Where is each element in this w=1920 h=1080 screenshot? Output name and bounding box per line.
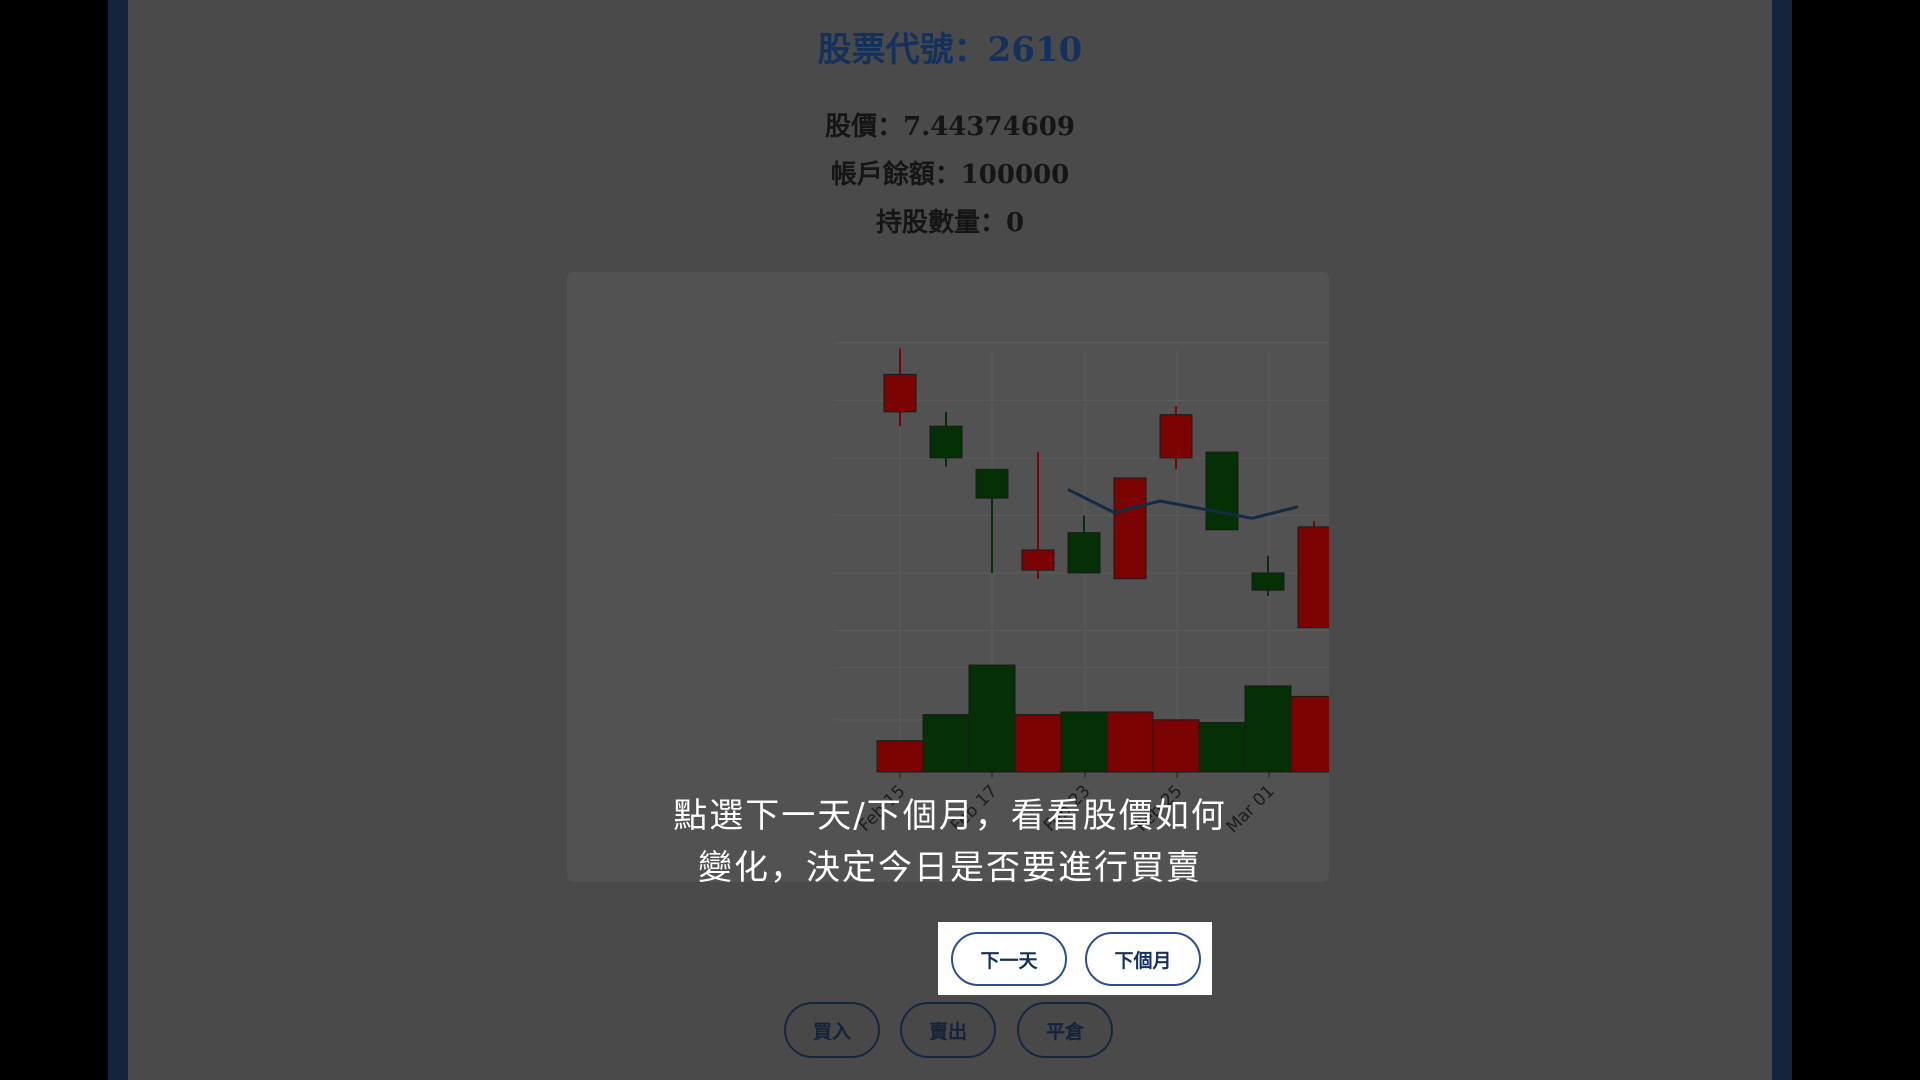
volume-bar: [876, 740, 924, 773]
tutorial-message: 點選下一天/下個月，看看股價如何 變化，決定今日是否要進行買賣: [128, 790, 1772, 894]
volume-bar: [1244, 685, 1292, 773]
candle-body: [1021, 549, 1055, 571]
tutorial-line-1: 點選下一天/下個月，看看股價如何: [673, 796, 1227, 836]
volume-bar: [1060, 711, 1108, 773]
holdings-count: 持股數量：0: [875, 208, 1025, 238]
sell-button[interactable]: 賣出: [900, 1002, 996, 1058]
next-month-button[interactable]: 下個月: [1085, 932, 1201, 986]
volume-bar: [1290, 695, 1329, 773]
volume-bar: [968, 664, 1016, 773]
app-background: 股票代號：2610 股價：7.44374609 帳戶餘額：100000 持股數量…: [108, 0, 1792, 1080]
buy-button[interactable]: 買入: [784, 1002, 880, 1058]
candle-body: [975, 468, 1009, 499]
volume-bar: [922, 714, 970, 773]
volume-bar: [1014, 714, 1062, 773]
candle-body: [1067, 532, 1101, 574]
candle-body: [1159, 414, 1193, 459]
candle-body: [1297, 526, 1329, 629]
stock-code-title: 股票代號：2610: [817, 30, 1083, 70]
candle-body: [1113, 477, 1147, 580]
candle-body: [929, 425, 963, 459]
account-balance: 帳戶餘額：100000: [830, 160, 1070, 190]
next-day-button[interactable]: 下一天: [951, 932, 1067, 986]
stock-price: 股價：7.44374609: [825, 112, 1075, 142]
volume-bar: [1198, 721, 1246, 773]
tutorial-line-2: 變化，決定今日是否要進行買賣: [698, 848, 1202, 888]
main-panel: 股票代號：2610 股價：7.44374609 帳戶餘額：100000 持股數量…: [128, 0, 1772, 1080]
candle-body: [1205, 451, 1239, 531]
volume-bar: [1106, 711, 1154, 773]
candle-body: [1251, 572, 1285, 591]
moving-average-line: [1067, 488, 1299, 520]
candle-body: [883, 373, 917, 413]
volume-bar: [1152, 719, 1200, 773]
close-position-button[interactable]: 平倉: [1017, 1002, 1113, 1058]
